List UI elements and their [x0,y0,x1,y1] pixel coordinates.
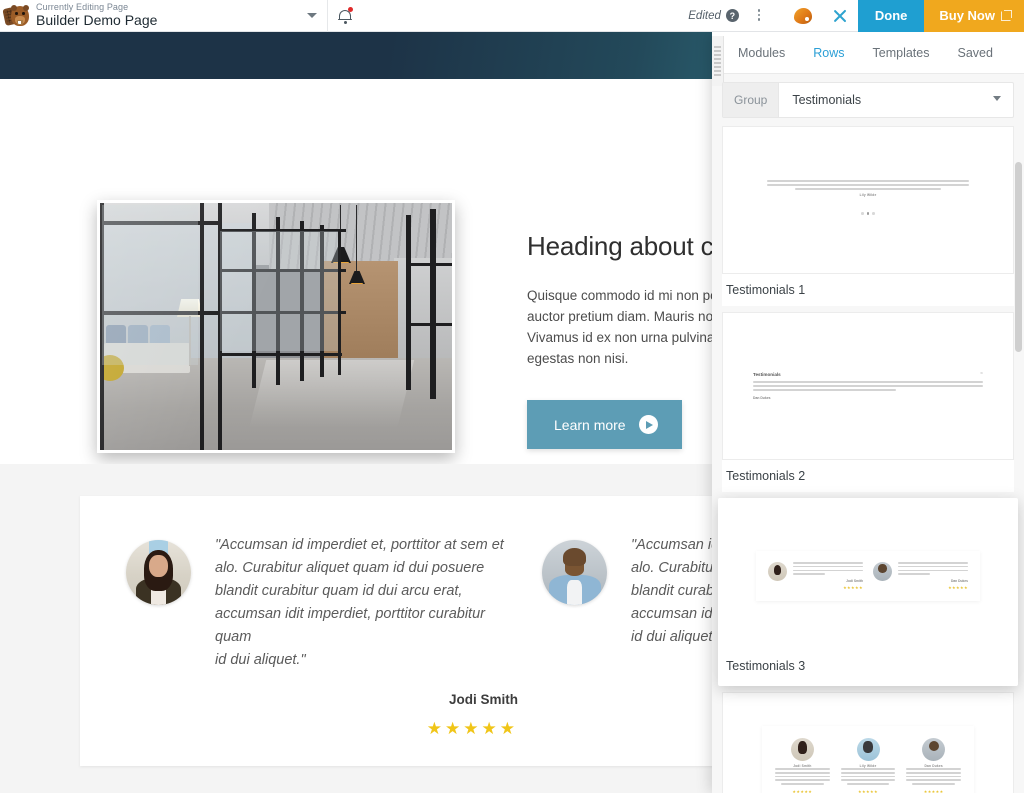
outline-button[interactable] [748,0,784,32]
tab-rows[interactable]: Rows [799,32,858,74]
rows-list[interactable]: Lily Wilde Testimonials 1 Testimonials ❞… [712,126,1024,793]
external-link-icon [1001,10,1012,21]
row-label: Testimonials 1 [722,274,1014,306]
list-item[interactable]: Lily Wilde Testimonials 1 [722,126,1014,306]
bell-icon [338,6,354,24]
row-label: Testimonials 2 [722,460,1014,492]
avatar [126,540,191,605]
testimonial-author: Jodi Smith [448,692,518,707]
preview-title: Testimonials [753,372,781,378]
group-select[interactable]: Group Testimonials [722,82,1014,118]
outline-list-icon [757,9,774,23]
learn-more-button[interactable]: Learn more [527,400,682,449]
scrollbar-thumb[interactable] [1015,162,1022,352]
list-item[interactable]: Testimonials ❞ Dan Dukes Testimonials 2 [722,312,1014,492]
learn-more-label: Learn more [554,416,626,433]
group-chip-label: Group [723,83,780,117]
hero-image[interactable] [97,200,455,453]
tab-templates[interactable]: Templates [859,32,944,74]
row-preview[interactable]: Lily Wilde [722,126,1014,274]
help-icon[interactable]: ? [725,9,739,22]
preview-author: Lily Wilde [859,192,877,197]
tab-modules[interactable]: Modules [724,32,799,74]
avatar [768,562,787,582]
close-button[interactable] [822,0,858,32]
buy-now-label: Buy Now [939,8,995,23]
edited-label: Edited [688,9,721,22]
row-preview-content: Lily Wilde [753,180,983,219]
star-rating-icon: ★★★★★ [843,584,863,590]
chevron-down-icon [993,96,1001,101]
preview-author: Dan Dukes [950,578,968,583]
chevron-down-icon [307,13,318,18]
page-title: Builder Demo Page [36,12,158,29]
star-rating-icon: ★★★★★ [948,584,968,590]
builder-panel: Modules Rows Templates Saved Group Testi… [712,32,1024,793]
group-selected-value: Testimonials [792,93,862,107]
quote-mark-icon: ❞ [980,372,983,379]
editing-label: Currently Editing Page [36,1,129,12]
list-item[interactable]: Jodi Smith ★★★★★ Lily Wilde ★★★★★ Dan Du… [722,692,1014,793]
row-preview-content: Testimonials ❞ Dan Dukes [753,372,983,400]
row-preview[interactable]: Jodi Smith ★★★★★ Lily Wilde ★★★★★ Dan Du… [722,692,1014,793]
star-rating-icon: ★★★★★ [923,788,944,793]
buy-now-button[interactable]: Buy Now [924,0,1024,32]
row-preview[interactable]: Jodi Smith ★★★★★ Dan Dukes ★★★★★ [722,502,1014,650]
page-dropdown-button[interactable] [297,0,327,32]
arrow-right-circle-icon [638,415,658,434]
close-x-icon [832,8,848,24]
row-preview-content: Jodi Smith ★★★★★ Dan Dukes ★★★★★ [756,551,980,601]
avatar [922,738,946,762]
beaver-builder-logo-icon[interactable] [0,0,34,32]
done-button[interactable]: Done [857,0,925,32]
preview-author: Dan Dukes [753,395,771,400]
list-item[interactable]: Jodi Smith ★★★★★ Dan Dukes ★★★★★ Testimo… [718,498,1018,686]
avatar [873,562,892,582]
drag-grip-icon[interactable] [712,36,724,86]
row-preview[interactable]: Testimonials ❞ Dan Dukes [722,312,1014,460]
admin-bar: Currently Editing Page Builder Demo Page… [0,0,1024,32]
panel-tabs: Modules Rows Templates Saved [712,32,1024,74]
star-rating-icon: ★★★★★ [792,788,813,793]
tools-button[interactable] [784,0,822,32]
star-rating-icon: ★★★★★ [858,788,878,793]
edited-status: Edited ? [679,9,748,22]
star-rating-icon: ★★★★★ [426,719,518,738]
editing-page-block[interactable]: Currently Editing Page Builder Demo Page [34,1,158,29]
avatar [790,738,814,762]
avatar [856,738,880,762]
palette-icon [793,7,812,24]
row-preview-content: Jodi Smith ★★★★★ Lily Wilde ★★★★★ Dan Du… [762,726,974,793]
notifications-button[interactable] [328,0,362,32]
testimonial-item[interactable]: "Accumsan id imperdiet et, porttitor at … [114,534,530,738]
avatar [542,540,607,605]
row-label: Testimonials 3 [722,650,1014,682]
carousel-dots-icon [767,202,969,220]
tab-saved[interactable]: Saved [944,32,1007,74]
preview-author: Jodi Smith [846,578,863,583]
testimonial-quote: "Accumsan id imperdiet et, porttitor at … [215,537,504,668]
